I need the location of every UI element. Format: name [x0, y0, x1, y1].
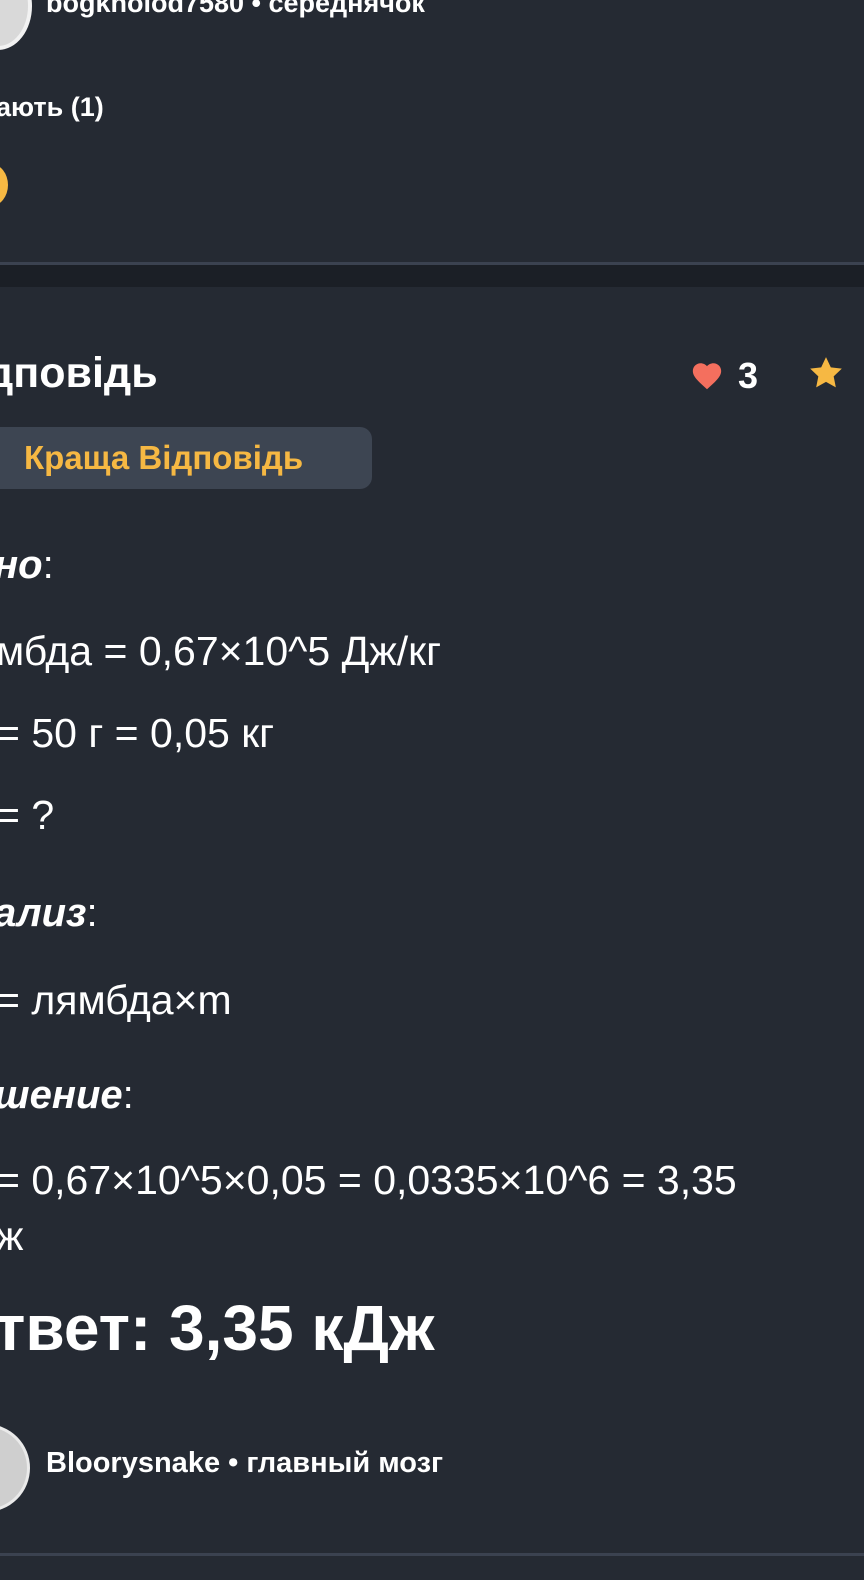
final-answer: твет: 3,35 кДж [0, 1292, 435, 1364]
given-line-lambda: мбда = 0,67×10^5 Дж/кг [0, 628, 442, 674]
like-count: 3 [738, 355, 759, 396]
heart-icon [692, 363, 722, 390]
analysis-heading: ализ: [0, 891, 98, 936]
given-line-unknown: = ? [0, 792, 55, 838]
like-button[interactable]: 3 [690, 355, 758, 397]
solution-heading-colon: : [122, 1073, 134, 1117]
solution-heading: шение: [0, 1073, 134, 1118]
analysis-heading-colon: : [86, 891, 98, 935]
answer-page: bogkholod7580 • середнячок ають (1) дпов… [0, 0, 864, 1580]
given-heading: но: [0, 543, 54, 588]
thanks-icon[interactable] [0, 164, 8, 206]
star-icon[interactable] [806, 353, 846, 393]
given-heading-colon: : [42, 543, 54, 587]
given-heading-text: но [0, 543, 43, 587]
avatar[interactable] [0, 0, 32, 50]
divider [0, 1553, 864, 1556]
author-line[interactable]: Bloorysnake • главный мозг [46, 1447, 443, 1480]
solution-line-cont: ж [0, 1213, 24, 1259]
best-answer-badge: Краща Відповідь [0, 427, 372, 489]
section-separator [0, 265, 864, 287]
best-answer-label: Краща Відповідь [24, 439, 304, 476]
solution-heading-text: шение [0, 1073, 123, 1117]
author-line[interactable]: bogkholod7580 • середнячок [46, 0, 425, 19]
analysis-heading-text: ализ [0, 891, 87, 935]
analysis-formula: = лямбда×m [0, 977, 232, 1023]
given-line-mass: = 50 г = 0,05 кг [0, 710, 275, 756]
answer-title: дповідь [0, 349, 158, 397]
question-card: bogkholod7580 • середнячок ають (1) [0, 0, 864, 264]
avatar[interactable] [0, 1424, 30, 1512]
thanks-label: ають (1) [0, 92, 104, 122]
solution-line: = 0,67×10^5×0,05 = 0,0335×10^6 = 3,35 [0, 1157, 737, 1203]
answer-card: дповідь 3 Краща Відповідь но: мбда = 0,6… [0, 287, 864, 1580]
